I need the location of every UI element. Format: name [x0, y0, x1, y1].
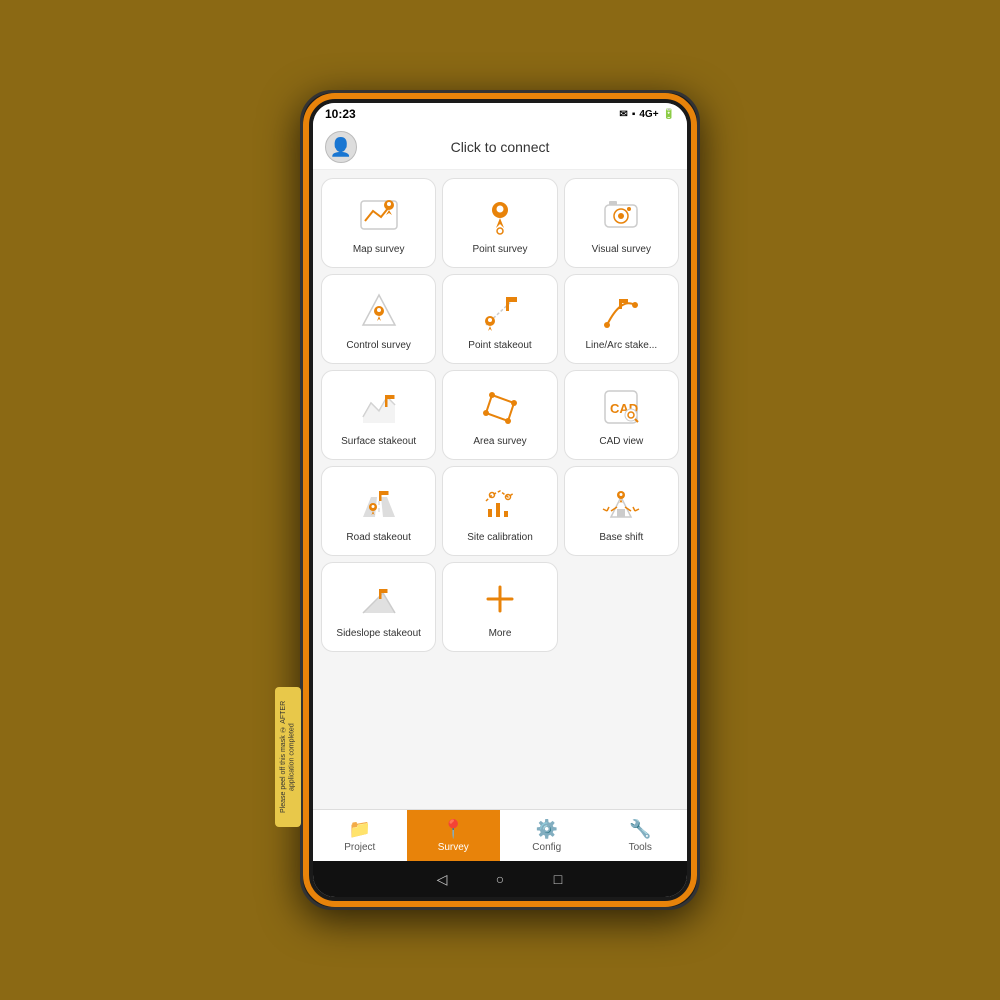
- phone-screen: 10:23 ✉ ▪ 4G+ 🔋 👤 Click to connect: [313, 103, 687, 897]
- sideslope-stakeout-icon: [356, 576, 402, 622]
- survey-nav-icon: 📍: [442, 819, 464, 840]
- app-item-surface-stakeout[interactable]: Surface stakeout: [321, 370, 436, 460]
- visual-survey-icon: [598, 192, 644, 238]
- app-label-base-shift: Base shift: [599, 532, 643, 544]
- avatar[interactable]: 👤: [325, 131, 357, 163]
- app-label-area-survey: Area survey: [473, 436, 526, 448]
- nav-label-survey: Survey: [438, 842, 469, 853]
- road-stakeout-icon: [356, 480, 402, 526]
- system-nav-bar: ◁ ○ □: [313, 861, 687, 897]
- nav-label-config: Config: [532, 842, 561, 853]
- app-label-surface-stakeout: Surface stakeout: [341, 436, 416, 448]
- point-survey-icon: [477, 192, 523, 238]
- app-label-line-arc-stakeout: Line/Arc stake...: [585, 340, 657, 352]
- app-header: 👤 Click to connect: [313, 125, 687, 170]
- app-label-site-calibration: Site calibration: [467, 532, 533, 544]
- wifi-icon: ▪: [632, 109, 636, 120]
- nav-label-project: Project: [344, 842, 375, 853]
- app-item-line-arc-stakeout[interactable]: Line/Arc stake...: [564, 274, 679, 364]
- line-arc-stakeout-icon: [598, 288, 644, 334]
- phone-device: Please peel off this mask ② AFTER applic…: [300, 90, 700, 910]
- app-item-map-survey[interactable]: Map survey: [321, 178, 436, 268]
- status-bar: 10:23 ✉ ▪ 4G+ 🔋: [313, 103, 687, 125]
- config-nav-icon: ⚙️: [536, 819, 558, 840]
- control-survey-icon: [356, 288, 402, 334]
- app-label-point-survey: Point survey: [472, 244, 527, 256]
- app-label-more: More: [489, 628, 512, 640]
- home-button[interactable]: ○: [491, 870, 509, 888]
- base-shift-icon: [598, 480, 644, 526]
- site-calibration-icon: [477, 480, 523, 526]
- sim-icon: ✉: [619, 109, 627, 120]
- nav-item-survey[interactable]: 📍 Survey: [407, 810, 501, 861]
- app-item-site-calibration[interactable]: Site calibration: [442, 466, 557, 556]
- app-label-map-survey: Map survey: [353, 244, 405, 256]
- project-nav-icon: 📁: [349, 819, 371, 840]
- battery-icon: 🔋: [663, 109, 675, 120]
- tools-nav-icon: 🔧: [629, 819, 651, 840]
- app-item-base-shift[interactable]: Base shift: [564, 466, 679, 556]
- cad-view-icon: CAD: [598, 384, 644, 430]
- app-item-visual-survey[interactable]: Visual survey: [564, 178, 679, 268]
- recents-button[interactable]: □: [549, 870, 567, 888]
- nav-item-tools[interactable]: 🔧 Tools: [594, 810, 688, 861]
- nav-label-tools: Tools: [629, 842, 652, 853]
- app-item-road-stakeout[interactable]: Road stakeout: [321, 466, 436, 556]
- app-grid-area: Map survey Point survey: [313, 170, 687, 809]
- app-label-visual-survey: Visual survey: [592, 244, 651, 256]
- app-item-control-survey[interactable]: Control survey: [321, 274, 436, 364]
- sticker-text: Please peel off this mask ② AFTER applic…: [278, 687, 299, 827]
- more-icon: [477, 576, 523, 622]
- surface-stakeout-icon: [356, 384, 402, 430]
- nav-item-project[interactable]: 📁 Project: [313, 810, 407, 861]
- signal-strength: 4G+: [639, 109, 658, 120]
- app-label-cad-view: CAD view: [599, 436, 643, 448]
- nav-item-config[interactable]: ⚙️ Config: [500, 810, 594, 861]
- sticker: Please peel off this mask ② AFTER applic…: [275, 687, 301, 827]
- status-icons: ✉ ▪ 4G+ 🔋: [619, 109, 675, 120]
- app-item-cad-view[interactable]: CAD CAD view: [564, 370, 679, 460]
- app-item-sideslope-stakeout[interactable]: Sideslope stakeout: [321, 562, 436, 652]
- app-item-point-survey[interactable]: Point survey: [442, 178, 557, 268]
- map-survey-icon: [356, 192, 402, 238]
- point-stakeout-icon: [477, 288, 523, 334]
- app-label-road-stakeout: Road stakeout: [346, 532, 411, 544]
- back-button[interactable]: ◁: [433, 870, 451, 888]
- area-survey-icon: [477, 384, 523, 430]
- app-item-area-survey[interactable]: Area survey: [442, 370, 557, 460]
- app-item-point-stakeout[interactable]: Point stakeout: [442, 274, 557, 364]
- header-title[interactable]: Click to connect: [367, 139, 633, 155]
- app-grid: Map survey Point survey: [321, 178, 679, 652]
- app-item-more[interactable]: More: [442, 562, 557, 652]
- app-label-control-survey: Control survey: [346, 340, 410, 352]
- bottom-nav: 📁 Project 📍 Survey ⚙️ Config 🔧 Tools: [313, 809, 687, 861]
- app-label-point-stakeout: Point stakeout: [468, 340, 531, 352]
- status-time: 10:23: [325, 107, 356, 121]
- app-label-sideslope-stakeout: Sideslope stakeout: [336, 628, 421, 640]
